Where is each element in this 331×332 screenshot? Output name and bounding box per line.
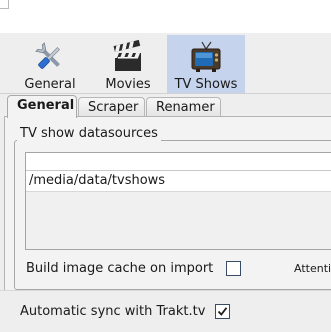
settings-window: General Movies TV Shows General Scraper … [0,0,331,332]
trakt-sync-checkbox[interactable] [215,304,231,319]
datasources-group-title: TV show datasources [17,126,161,141]
tab-scraper-label: Scraper [88,100,139,115]
toolbar-general-label: General [24,77,76,92]
toolbar-tvshows-button[interactable]: TV Shows [167,35,245,93]
toolbar-general-button[interactable]: General [16,35,84,93]
list-item[interactable]: /media/data/tvshows [26,171,331,192]
trakt-sync-label: Automatic sync with Trakt.tv [20,304,206,319]
tools-icon [35,42,60,69]
clapperboard-icon [113,39,141,71]
build-image-cache-checkbox[interactable] [226,261,242,276]
build-image-cache-label: Build image cache on import [26,261,214,276]
title-area [0,0,331,33]
settings-toolbar: General Movies TV Shows [0,33,331,93]
tv-icon [191,41,221,72]
tab-renamer[interactable]: Renamer [146,97,221,117]
toolbar-movies-label: Movies [105,77,151,92]
toolbar-tvshows-label: TV Shows [174,77,238,92]
toolbar-movies-button[interactable]: Movies [95,35,161,93]
settings-tabs: General Scraper Renamer [0,93,331,118]
attention-label: Attenti [294,262,331,275]
tab-general-label: General [17,98,75,113]
datasources-list-header [26,153,331,171]
checkmark-icon [218,307,228,316]
build-image-cache-option: Build image cache on import [26,261,242,276]
tab-scraper[interactable]: Scraper [78,97,145,117]
trakt-sync-option: Automatic sync with Trakt.tv [20,304,231,319]
window-corner [0,0,9,9]
tab-renamer-label: Renamer [156,100,215,115]
tab-general[interactable]: General [7,95,77,118]
datasources-list[interactable]: /media/data/tvshows [25,152,331,250]
